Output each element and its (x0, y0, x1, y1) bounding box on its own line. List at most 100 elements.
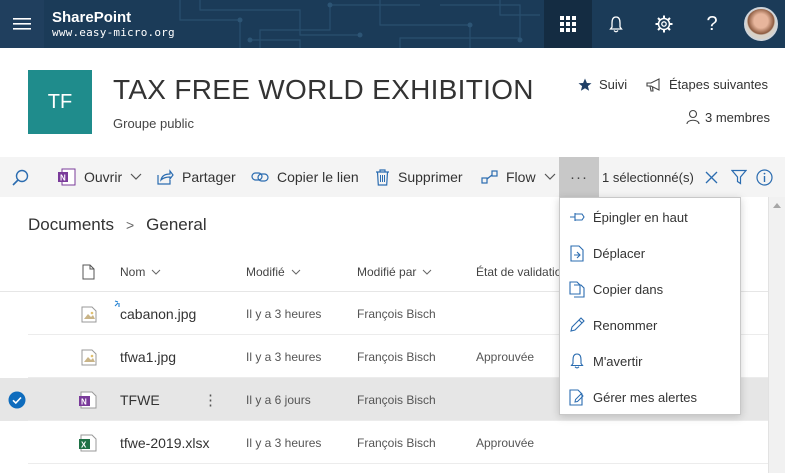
menu-item-alert-me[interactable]: M'avertir (560, 343, 740, 379)
manage-alerts-icon (569, 388, 584, 406)
modified-cell: Il y a 3 heures (246, 306, 322, 321)
rename-icon (570, 317, 585, 332)
more-icon: ··· (570, 168, 588, 186)
link-icon (251, 172, 269, 182)
menu-item-move[interactable]: Déplacer (560, 235, 740, 271)
bell-icon (570, 353, 584, 369)
star-icon (578, 78, 592, 91)
menu-item-label: M'avertir (593, 353, 643, 369)
pin-icon (570, 213, 585, 221)
file-icon-cell (80, 335, 98, 378)
modified-by-cell[interactable]: François Bisch (357, 335, 436, 378)
menu-item-rename[interactable]: Renommer (560, 307, 740, 343)
menu-item-label: Épingler en haut (593, 209, 688, 225)
flow-icon (481, 170, 498, 184)
file-icon-cell (80, 292, 98, 335)
scroll-up-icon[interactable] (773, 203, 781, 208)
chevron-down-icon (291, 269, 301, 275)
delete-label: Supprimer (398, 169, 463, 185)
members-button[interactable]: 3 membres (686, 109, 770, 125)
follow-label: Suivi (599, 77, 628, 92)
file-icon-cell: N (78, 378, 98, 421)
file-name[interactable]: tfwe-2019.xlsx (120, 421, 209, 464)
table-row[interactable]: X tfwe-2019.xlsx Il y a 3 heures Françoi… (28, 421, 768, 464)
menu-item-label: Renommer (593, 317, 658, 333)
clear-selection-button[interactable] (705, 157, 718, 197)
more-actions-button[interactable]: ··· (559, 157, 599, 197)
copy-link-button[interactable]: Copier le lien (251, 157, 359, 197)
name-column-header[interactable]: Nom (120, 252, 161, 292)
brand-domain: www.easy-micro.org (52, 26, 175, 39)
site-logo[interactable]: TF (28, 70, 92, 134)
menu-item-label: Gérer mes alertes (593, 389, 698, 405)
onenote-icon: N (58, 168, 76, 186)
menu-item-manage-alerts[interactable]: Gérer mes alertes (560, 379, 740, 415)
menu-item-copy[interactable]: Copier dans (560, 271, 740, 307)
breadcrumb-root[interactable]: Documents (28, 215, 114, 235)
modified-by-cell[interactable]: François Bisch (357, 378, 436, 421)
modified-by-column-label: Modifié par (357, 265, 417, 279)
search-icon (12, 169, 29, 186)
filter-button[interactable] (731, 157, 747, 197)
settings-button[interactable] (640, 0, 688, 48)
copy-icon (569, 280, 585, 298)
members-label: 3 membres (705, 109, 771, 125)
file-name[interactable]: cabanon.jpg (120, 292, 196, 335)
more-actions-menu: Épingler en haut Déplacer Copier dans Re… (559, 197, 741, 415)
share-button[interactable]: Partager (157, 157, 236, 197)
excel-file-icon: X (79, 434, 97, 451)
site-title[interactable]: TAX FREE WORLD EXHIBITION (113, 74, 534, 106)
status-cell: Approuvée (476, 349, 535, 364)
breadcrumb-current[interactable]: General (146, 215, 206, 235)
file-name[interactable]: tfwa1.jpg (120, 335, 176, 378)
follow-button[interactable]: Suivi (578, 77, 627, 92)
file-icon-cell: X (78, 421, 98, 464)
app-launcher-button[interactable] (544, 0, 592, 48)
document-icon (82, 264, 95, 280)
modified-cell: Il y a 3 heures (246, 349, 322, 364)
name-column-label: Nom (120, 265, 146, 279)
person-icon (686, 109, 700, 125)
selection-label: 1 sélectionné(s) (602, 169, 694, 185)
image-file-icon (81, 306, 97, 322)
modified-column-header[interactable]: Modifié (246, 252, 301, 292)
menu-item-pin[interactable]: Épingler en haut (560, 199, 740, 235)
chevron-down-icon (130, 173, 142, 180)
app-launcher-icon (560, 16, 576, 32)
gear-icon (655, 15, 673, 33)
vertical-scrollbar[interactable] (768, 197, 785, 473)
site-subtitle: Groupe public (113, 116, 194, 131)
file-name[interactable]: TFWE (120, 378, 160, 421)
file-type-column-header[interactable] (82, 252, 95, 292)
next-steps-button[interactable]: Étapes suivantes (646, 77, 768, 92)
hamburger-icon (13, 18, 31, 30)
brand[interactable]: SharePoint www.easy-micro.org (52, 9, 175, 40)
chevron-down-icon (151, 269, 161, 275)
modified-by-cell[interactable]: François Bisch (357, 421, 436, 464)
status-column-label: État de validatio (476, 265, 562, 279)
onenote-file-icon: N (79, 391, 97, 408)
status-column-header[interactable]: État de validatio (476, 252, 561, 292)
modified-by-column-header[interactable]: Modifié par (357, 252, 432, 292)
flow-button[interactable]: Flow (481, 157, 556, 197)
hamburger-menu-button[interactable] (0, 0, 44, 48)
notifications-button[interactable] (592, 0, 640, 48)
search-button[interactable] (12, 157, 29, 197)
chevron-down-icon (544, 173, 555, 180)
more-vertical-icon: ⋮ (203, 391, 218, 409)
modified-cell: Il y a 3 heures (246, 435, 322, 450)
filter-icon (731, 169, 747, 185)
avatar[interactable] (744, 7, 778, 41)
open-label: Ouvrir (84, 169, 123, 185)
brand-name: SharePoint (52, 9, 132, 26)
modified-by-cell[interactable]: François Bisch (357, 292, 436, 335)
copy-link-label: Copier le lien (277, 169, 359, 185)
row-checkbox[interactable] (8, 378, 26, 421)
help-button[interactable]: ? (688, 0, 736, 48)
megaphone-icon (646, 77, 660, 92)
modified-cell: Il y a 6 jours (246, 392, 311, 407)
row-more-button[interactable]: ⋮ (203, 378, 218, 421)
info-button[interactable] (756, 157, 773, 197)
open-button[interactable]: N Ouvrir (58, 157, 142, 197)
delete-button[interactable]: Supprimer (375, 157, 463, 197)
